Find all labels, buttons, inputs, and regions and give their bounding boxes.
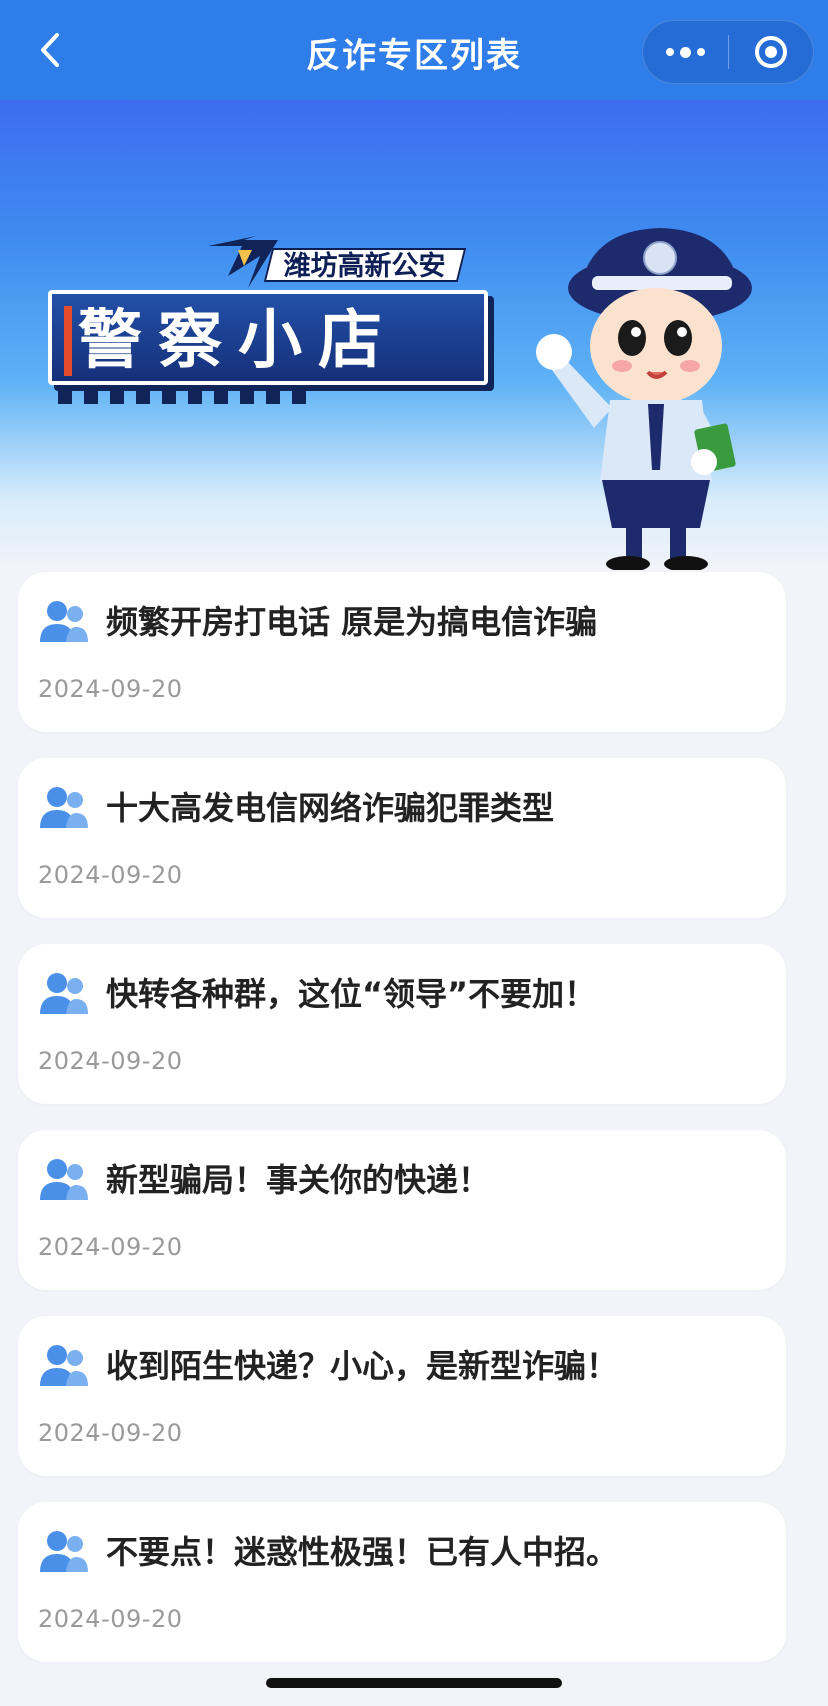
nav-bar: 反诈专区列表 (0, 0, 828, 100)
sign-title: 警察小店 (78, 304, 398, 378)
police-mascot-illustration (536, 228, 752, 570)
users-icon (40, 787, 88, 828)
article-list: 频繁开房打电话 原是为搞电信诈骗 2024-09-20 十大高发电信网络诈骗犯罪… (18, 572, 786, 1688)
article-title: 十大高发电信网络诈骗犯罪类型 (106, 789, 555, 827)
article-card[interactable]: 收到陌生快递？小心，是新型诈骗！ 2024-09-20 (18, 1316, 786, 1476)
article-card[interactable]: 频繁开房打电话 原是为搞电信诈骗 2024-09-20 (18, 572, 786, 732)
article-date: 2024-09-20 (38, 1419, 183, 1447)
users-icon (40, 973, 88, 1014)
home-indicator[interactable] (266, 1678, 562, 1688)
sign-stripe (64, 306, 72, 376)
mini-program-capsule (642, 20, 814, 84)
shop-sign: 潍坊高新公安 警察小店 (48, 190, 498, 404)
article-date: 2024-09-20 (38, 675, 183, 703)
article-card[interactable]: 新型骗局！事关你的快递！ 2024-09-20 (18, 1130, 786, 1290)
users-icon (40, 1345, 88, 1386)
sign-board: 警察小店 (48, 290, 488, 385)
sign-subtitle: 潍坊高新公安 (263, 248, 467, 282)
article-title: 快转各种群，这位“领导”不要加！ (106, 975, 597, 1013)
close-miniprogram-button[interactable] (729, 21, 814, 83)
more-button[interactable] (643, 21, 728, 83)
target-circle-icon (754, 36, 787, 68)
users-icon (40, 1159, 88, 1200)
more-dots-icon (665, 46, 705, 58)
article-card[interactable]: 十大高发电信网络诈骗犯罪类型 2024-09-20 (18, 758, 786, 918)
banner: 潍坊高新公安 警察小店 (0, 100, 828, 570)
article-card[interactable]: 快转各种群，这位“领导”不要加！ 2024-09-20 (18, 944, 786, 1104)
article-date: 2024-09-20 (38, 1047, 183, 1075)
article-title: 收到陌生快递？小心，是新型诈骗！ (106, 1347, 619, 1385)
article-title: 不要点！迷惑性极强！已有人中招。 (106, 1533, 619, 1571)
article-date: 2024-09-20 (38, 1605, 183, 1633)
article-title: 频繁开房打电话 原是为搞电信诈骗 (106, 603, 598, 641)
article-date: 2024-09-20 (38, 1233, 183, 1261)
article-title: 新型骗局！事关你的快递！ (106, 1161, 491, 1199)
users-icon (40, 1531, 88, 1572)
sign-arrows-decoration (58, 390, 308, 404)
article-date: 2024-09-20 (38, 861, 183, 889)
users-icon (40, 601, 88, 642)
article-card[interactable]: 不要点！迷惑性极强！已有人中招。 2024-09-20 (18, 1502, 786, 1662)
